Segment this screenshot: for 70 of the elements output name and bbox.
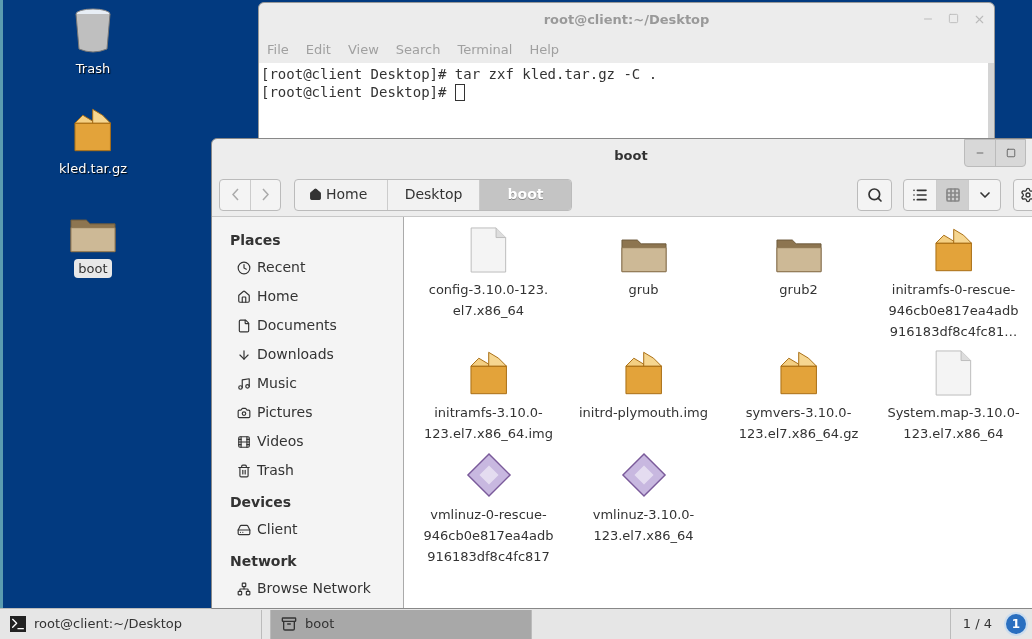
sidebar-item[interactable]: Recent	[230, 253, 403, 282]
sidebar-heading: Network	[230, 551, 298, 571]
document-icon	[470, 227, 507, 273]
music-icon	[237, 376, 251, 391]
maximize-icon	[1005, 148, 1016, 158]
executable-icon	[620, 452, 667, 498]
package-icon	[622, 350, 665, 396]
sidebar-item[interactable]: Documents	[230, 311, 403, 340]
file-name[interactable]: System.map-3.10.0- 123.el7.x86_64	[887, 402, 1020, 444]
film-icon	[237, 434, 251, 449]
chevron-right-icon	[262, 188, 269, 201]
document-icon	[237, 318, 251, 333]
package-icon	[932, 227, 975, 273]
sidebar-item[interactable]: Browse Network	[230, 574, 403, 603]
download-icon	[237, 347, 251, 362]
package-icon	[467, 350, 510, 396]
settings-icon	[1020, 186, 1032, 203]
trash-icon	[237, 463, 251, 478]
file-name[interactable]: symvers-3.10.0- 123.el7.x86_64.gz	[738, 402, 859, 444]
maximize-icon[interactable]	[948, 13, 959, 24]
trash-can-icon	[73, 6, 113, 53]
workspace-indicator[interactable]: 1 / 4	[949, 609, 1004, 639]
package-icon	[72, 106, 114, 153]
grid-view-icon	[944, 186, 961, 203]
sidebar-item[interactable]: Downloads	[230, 340, 403, 369]
clock-icon	[237, 260, 251, 275]
drive-icon	[237, 522, 251, 537]
terminal-line: [root@client Desktop]#	[261, 83, 448, 101]
terminal-line: [root@client Desktop]# tar zxf kled.tar.gz -C .	[261, 65, 658, 83]
window-title: boot	[614, 147, 648, 166]
file-name[interactable]: config-3.10.0-123. el7.x86_64	[428, 279, 549, 321]
sidebar-item[interactable]: Home	[230, 282, 403, 311]
notification-badge[interactable]: 1	[1004, 612, 1028, 636]
close-icon[interactable]	[973, 13, 986, 26]
network-icon	[237, 581, 251, 596]
file-name[interactable]: initramfs-3.10.0- 123.el7.x86_64.img	[424, 402, 553, 444]
text-cursor	[454, 83, 465, 101]
file-cabinet-icon	[281, 616, 297, 632]
sidebar-item[interactable]: Pictures	[230, 398, 403, 427]
desktop-icon-label[interactable]: Trash	[71, 58, 115, 78]
taskbar-button[interactable]: boot	[270, 609, 532, 639]
executable-icon	[465, 452, 512, 498]
taskbar-button[interactable]: root@client:~/Desktop	[0, 609, 262, 639]
search-button[interactable]	[857, 178, 892, 211]
file-name[interactable]: vmlinuz-3.10.0- 123.el7.x86_64	[592, 504, 695, 546]
sidebar-item[interactable]: Trash	[230, 456, 403, 485]
sidebar-item[interactable]: Videos	[230, 427, 403, 456]
document-icon	[935, 350, 972, 396]
search-icon	[866, 186, 883, 203]
file-name[interactable]: grub	[628, 279, 659, 300]
path-button[interactable]: Home	[295, 179, 387, 210]
sidebar-heading: Places	[230, 230, 282, 250]
sidebar-heading: Devices	[230, 492, 293, 512]
sidebar-item[interactable]: Music	[230, 369, 403, 398]
file-name[interactable]: grub2	[779, 279, 818, 300]
folder-icon	[775, 236, 822, 273]
package-icon	[777, 350, 820, 396]
file-name[interactable]: vmlinuz-0-rescue- 946cb0e817ea4adb 916183df8c4fc817	[423, 504, 554, 567]
sidebar-item[interactable]: Client	[230, 515, 403, 544]
desktop-icon-label[interactable]: boot	[74, 258, 112, 278]
chevron-left-icon	[231, 188, 239, 201]
window-title: root@client:~/Desktop	[543, 11, 710, 30]
home-icon	[309, 188, 322, 201]
terminal-icon	[10, 616, 26, 632]
camera-icon	[237, 405, 251, 420]
folder-icon	[620, 236, 667, 273]
file-name[interactable]: initramfs-0-rescue- 946cb0e817ea4adb 916183df8c4fc81…	[888, 279, 1019, 342]
home-icon	[237, 289, 251, 304]
desktop-icon-label[interactable]: kled.tar.gz	[55, 158, 131, 178]
file-name[interactable]: initrd-plymouth.img	[579, 402, 708, 423]
